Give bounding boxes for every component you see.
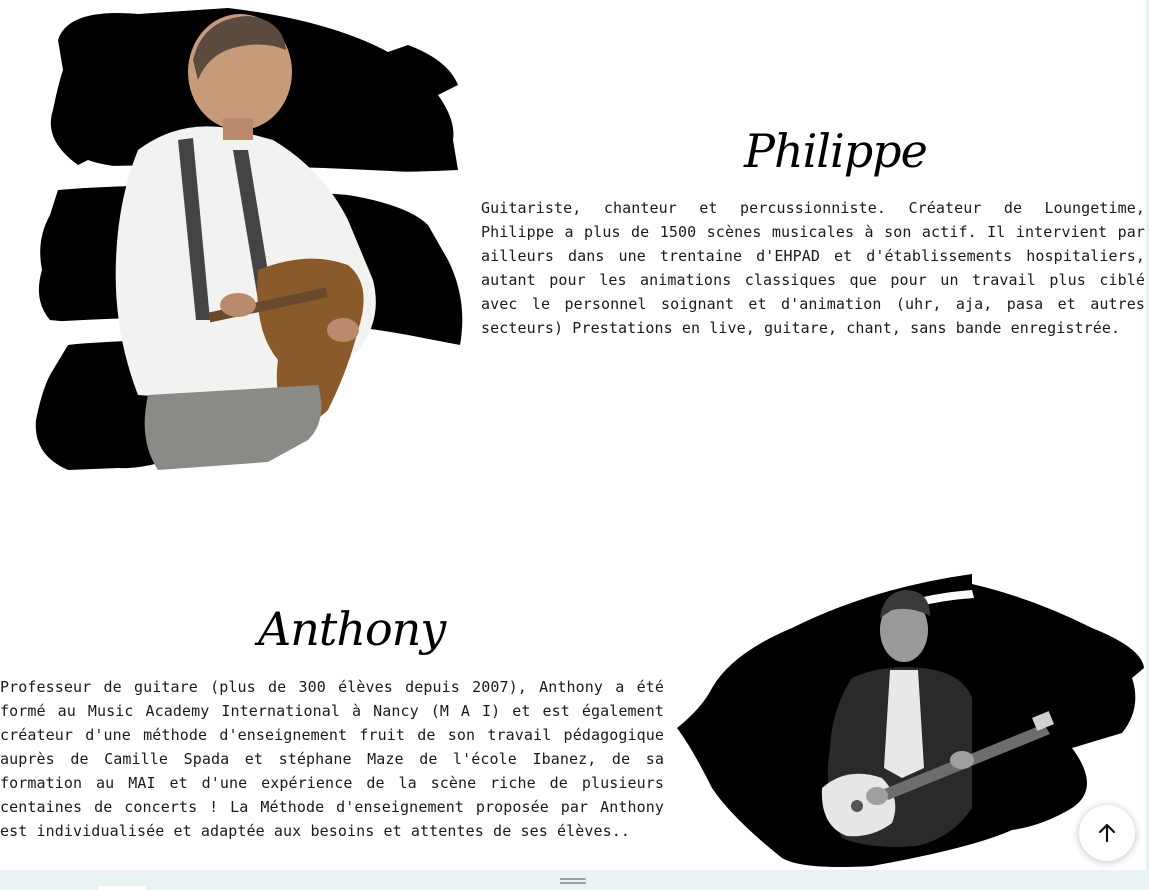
scroll-to-top-button[interactable] [1079, 805, 1135, 861]
musician-name-anthony: Anthony [258, 602, 446, 656]
musician-bio-philippe: Guitariste, chanteur et percussionniste.… [481, 199, 1145, 337]
arrow-up-icon [1098, 823, 1116, 843]
anthony-photo [677, 574, 1144, 867]
musician-name-philippe: Philippe [744, 124, 928, 178]
musician-section-philippe: Philippe Guitariste, chanteur et percuss… [0, 0, 1149, 520]
musician-bio-anthony: Professeur de guitare (plus de 300 élève… [0, 678, 664, 840]
philippe-photo [35, 8, 463, 470]
bottom-tab-indicator [98, 886, 146, 890]
drag-handle-icon[interactable] [560, 878, 586, 884]
